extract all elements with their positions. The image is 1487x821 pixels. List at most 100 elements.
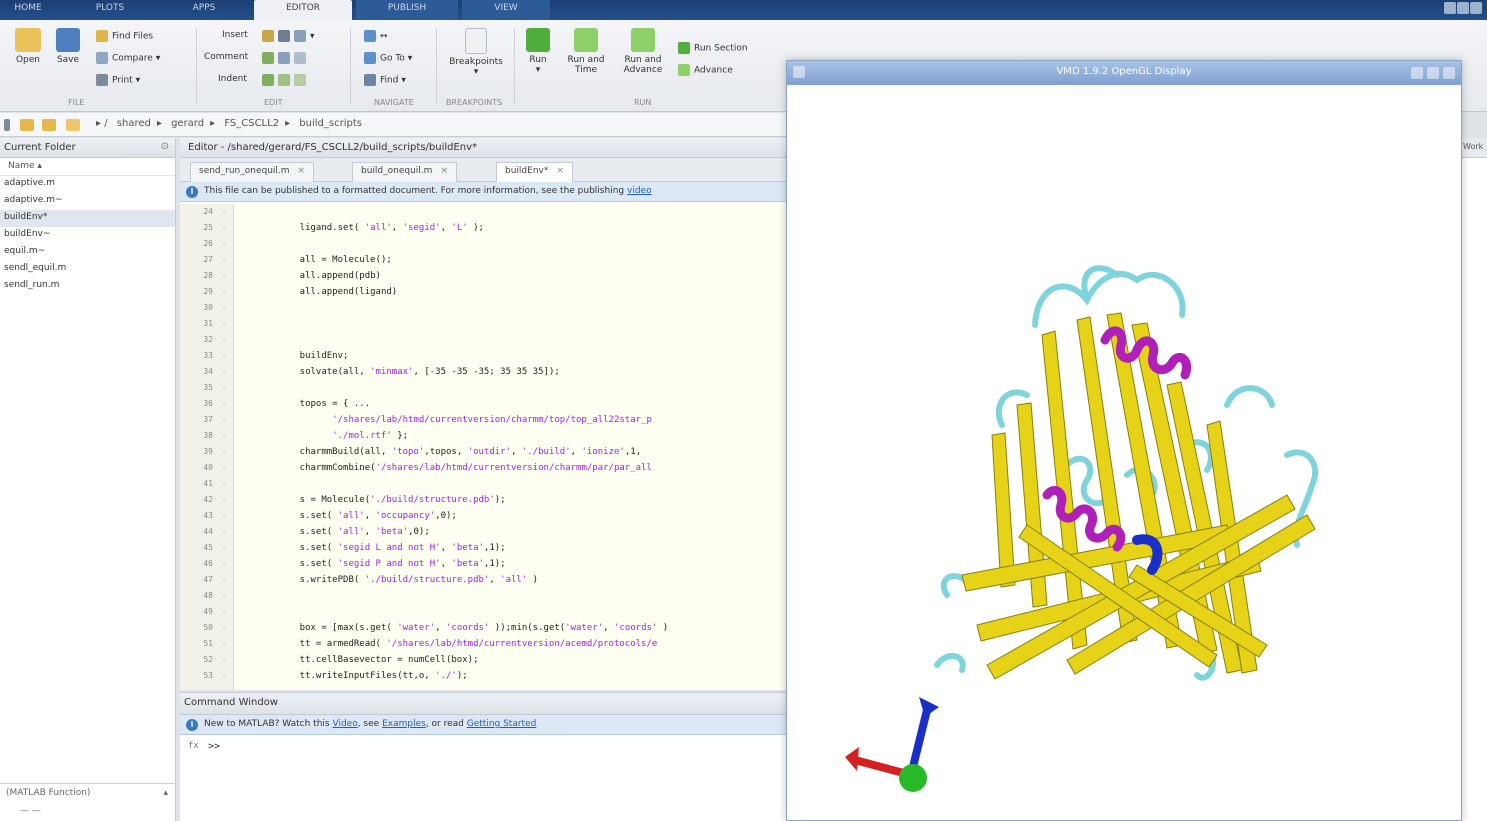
tab-apps[interactable]: APPS — [170, 0, 238, 20]
breakpoint-marker[interactable]: - — [222, 636, 227, 652]
edit-icons-row-3[interactable] — [262, 74, 310, 86]
breakpoint-marker[interactable]: - — [222, 220, 227, 236]
video-link[interactable]: video — [627, 186, 652, 196]
code-line[interactable]: buildEnv; — [278, 348, 786, 364]
breakpoint-marker[interactable]: - — [222, 284, 227, 300]
open-button[interactable]: Open — [12, 28, 44, 65]
breakpoint-marker[interactable]: - — [222, 348, 227, 364]
getting-started-link[interactable]: Getting Started — [467, 719, 537, 729]
code-line[interactable]: all.append(ligand) — [278, 284, 786, 300]
video-link[interactable]: Video — [332, 719, 357, 729]
go-to-button[interactable]: Go To ▾ — [364, 52, 412, 64]
tab-publish[interactable]: PUBLISH — [356, 0, 458, 20]
tab-home[interactable]: HOME — [0, 0, 56, 20]
code-line[interactable] — [278, 316, 786, 332]
tab-view[interactable]: VIEW — [462, 0, 550, 20]
breakpoint-marker[interactable]: - — [222, 268, 227, 284]
breakpoint-marker[interactable]: - — [222, 604, 227, 620]
breakpoint-marker[interactable]: - — [222, 236, 227, 252]
breakpoint-marker[interactable]: - — [222, 620, 227, 636]
file-item[interactable]: adaptive.m — [0, 176, 175, 193]
code-line[interactable]: s.set( 'all', 'beta',0); — [278, 524, 786, 540]
breakpoint-marker[interactable]: - — [222, 492, 227, 508]
code-line[interactable] — [278, 204, 786, 220]
editor-tab[interactable]: build_onequil.m × — [352, 162, 457, 182]
tab-editor[interactable]: EDITOR — [254, 0, 352, 22]
code-line[interactable] — [278, 588, 786, 604]
editor-tab-active[interactable]: buildEnv* × — [496, 162, 573, 182]
breadcrumb-item[interactable]: gerard — [171, 118, 204, 129]
molecule-render[interactable] — [787, 85, 1461, 820]
navigate-back-forward[interactable]: ↔ — [364, 30, 388, 42]
breadcrumb[interactable]: ▸ / shared ▸ gerard ▸ FS_CSCLL2 ▸ build_scr… — [96, 118, 368, 129]
code-line[interactable] — [278, 300, 786, 316]
code-line[interactable]: s.set( 'all', 'occupancy',0); — [278, 508, 786, 524]
save-button[interactable]: Save — [52, 28, 84, 65]
run-and-time-button[interactable]: Run and Time — [562, 28, 610, 75]
file-item[interactable]: adaptive.m~ — [0, 193, 175, 210]
up-folder-icon[interactable] — [20, 119, 34, 131]
minimize-icon[interactable] — [1444, 2, 1456, 14]
panel-menu-icon[interactable]: ⊙ — [161, 141, 169, 152]
file-item[interactable]: sendl_equil.m — [0, 261, 175, 278]
code-line[interactable]: ligand.set( 'all', 'segid', 'L' ); — [278, 220, 786, 236]
code-line[interactable]: charmmCombine('/shares/lab/htmd/currentv… — [278, 460, 786, 476]
breakpoint-marker[interactable]: - — [222, 444, 227, 460]
close-tab-icon[interactable]: × — [440, 166, 448, 176]
breakpoint-marker[interactable]: - — [222, 508, 227, 524]
indent-button[interactable]: Indent — [218, 74, 247, 84]
find-files-button[interactable]: Find Files — [96, 30, 153, 42]
breakpoint-marker[interactable]: - — [222, 588, 227, 604]
editor-tab[interactable]: send_run_onequil.m × — [190, 162, 315, 182]
command-prompt[interactable]: fx >> — [180, 735, 786, 758]
vmd-display-window[interactable]: VMD 1.9.2 OpenGL Display — [786, 60, 1462, 821]
code-line[interactable]: tt = armedRead( '/shares/lab/htmd/curren… — [278, 636, 786, 652]
breakpoint-marker[interactable]: - — [222, 332, 227, 348]
breakpoint-marker[interactable]: - — [222, 412, 227, 428]
breakpoint-marker[interactable]: - — [222, 668, 227, 684]
code-text[interactable]: ligand.set( 'all', 'segid', 'L' ); all =… — [278, 204, 786, 684]
breakpoint-marker[interactable]: - — [222, 252, 227, 268]
breakpoint-marker[interactable]: - — [222, 556, 227, 572]
breakpoint-marker[interactable]: - — [222, 428, 227, 444]
chevron-up-icon[interactable]: ▴ — [163, 788, 168, 798]
compare-button[interactable]: Compare ▾ — [96, 52, 160, 64]
run-button[interactable]: Run ▾ — [522, 28, 554, 75]
file-item[interactable]: equil.m~ — [0, 244, 175, 261]
run-section-button[interactable]: Run Section — [678, 42, 748, 54]
minimize-icon[interactable] — [1411, 67, 1423, 79]
column-header-name[interactable]: Name ▴ — [0, 158, 175, 176]
breadcrumb-item[interactable]: build_scripts — [299, 118, 362, 129]
code-line[interactable] — [278, 380, 786, 396]
breakpoint-marker[interactable]: - — [222, 316, 227, 332]
code-line[interactable]: s.set( 'segid L and not H', 'beta',1); — [278, 540, 786, 556]
code-line[interactable] — [278, 604, 786, 620]
code-line[interactable]: tt.cellBasevector = numCell(box); — [278, 652, 786, 668]
print-button[interactable]: Print ▾ — [96, 74, 140, 86]
back-arrow-icon[interactable] — [4, 119, 10, 131]
run-and-advance-button[interactable]: Run and Advance — [616, 28, 670, 75]
code-line[interactable]: tt.writeInputFiles(tt,o, './'); — [278, 668, 786, 684]
breakpoint-marker[interactable]: - — [222, 300, 227, 316]
code-line[interactable]: './mol.rtf' }; — [278, 428, 786, 444]
code-line[interactable]: charmmBuild(all, 'topo',topos, 'outdir',… — [278, 444, 786, 460]
code-line[interactable]: all = Molecule(); — [278, 252, 786, 268]
insert-button[interactable]: Insert — [222, 30, 248, 40]
code-line[interactable]: box = [max(s.get( 'water', 'coords' ));m… — [278, 620, 786, 636]
maximize-icon[interactable] — [1457, 2, 1469, 14]
breakpoint-marker[interactable]: - — [222, 364, 227, 380]
details-selector[interactable]: (MATLAB Function) ▴ — [0, 783, 176, 803]
breakpoint-marker[interactable]: - — [222, 540, 227, 556]
code-line[interactable]: s.set( 'segid P and not H', 'beta',1); — [278, 556, 786, 572]
file-item-selected[interactable]: buildEnv* — [0, 210, 175, 227]
file-item[interactable]: buildEnv~ — [0, 227, 175, 244]
breakpoints-button[interactable]: Breakpoints ▾ — [444, 28, 508, 77]
breakpoint-marker[interactable]: - — [222, 460, 227, 476]
breakpoint-marker[interactable]: - — [222, 204, 227, 220]
maximize-icon[interactable] — [1427, 67, 1439, 79]
breakpoint-marker[interactable]: - — [222, 572, 227, 588]
breakpoint-marker[interactable]: - — [222, 524, 227, 540]
tab-plots[interactable]: PLOTS — [76, 0, 144, 20]
close-tab-icon[interactable]: × — [556, 166, 564, 176]
code-line[interactable]: solvate(all, 'minmax', [-35 -35 -35; 35 … — [278, 364, 786, 380]
